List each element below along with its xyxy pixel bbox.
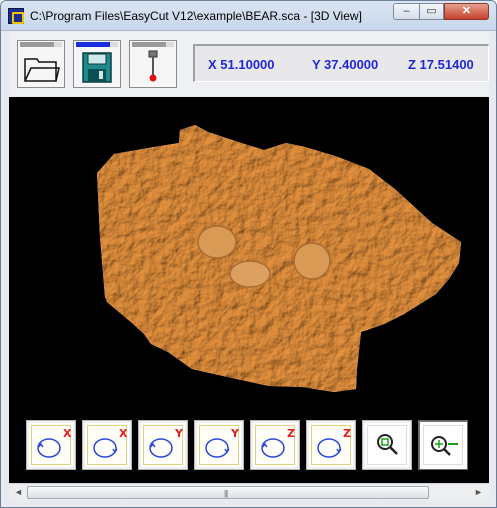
toolbar: X 51.10000 Y 37.40000 Z 17.51400 (9, 32, 489, 96)
bear-right-eye (293, 242, 331, 280)
horizontal-scrollbar[interactable]: ◄ ||| ► (9, 483, 489, 500)
window-title: C:\Program Files\EasyCut V12\example\BEA… (30, 9, 362, 23)
tool-bit-icon (148, 50, 158, 82)
rotate-z-cw-button[interactable]: Z (306, 420, 356, 470)
maximize-button[interactable]: ▭ (419, 3, 444, 20)
rotate-z-icon: Z (261, 427, 295, 458)
rotate-z-icon: Z (317, 427, 351, 458)
coordinate-readout: X 51.10000 Y 37.40000 Z 17.51400 (193, 44, 489, 82)
bear-model-render (97, 125, 461, 392)
open-file-button[interactable] (17, 40, 65, 88)
bear-nose (229, 260, 271, 288)
rotate-x-ccw-button[interactable]: X (26, 420, 76, 470)
rotate-z-ccw-button[interactable]: Z (250, 420, 300, 470)
y-coordinate: Y 37.40000 (312, 57, 379, 72)
axis-label: Z (287, 427, 295, 440)
minimize-button[interactable]: – (393, 3, 419, 20)
rotate-x-cw-button[interactable]: X (82, 420, 132, 470)
folder-open-icon (24, 58, 60, 82)
save-file-button[interactable] (73, 40, 121, 88)
axis-label: Z (343, 427, 351, 440)
rotate-x-icon: X (37, 427, 72, 458)
floppy-disk-icon (82, 52, 112, 83)
rotate-y-cw-button[interactable]: Y (194, 420, 244, 470)
zoom-fit-button[interactable] (362, 420, 412, 470)
tool-probe-button[interactable] (129, 40, 177, 88)
x-coordinate: X 51.10000 (208, 57, 275, 72)
close-button[interactable]: ✕ (444, 3, 489, 20)
zoom-window-button[interactable] (418, 420, 468, 470)
axis-label: Y (230, 427, 240, 440)
app-icon[interactable] (8, 8, 24, 24)
scrollbar-thumb[interactable]: ||| (27, 486, 429, 499)
zoom-pan-icon (431, 436, 458, 456)
rotate-x-icon: X (93, 427, 128, 458)
scroll-left-arrow[interactable]: ◄ (10, 485, 27, 500)
app-window: C:\Program Files\EasyCut V12\example\BEA… (0, 0, 497, 508)
rotate-y-ccw-button[interactable]: Y (138, 420, 188, 470)
3d-view-canvas[interactable]: X X Y Y Z Z (9, 97, 489, 483)
bear-model-surface (97, 125, 461, 392)
axis-label: X (119, 427, 128, 440)
title-bar[interactable]: C:\Program Files\EasyCut V12\example\BEA… (1, 1, 496, 31)
bear-left-eye (197, 225, 237, 259)
rotate-y-icon: Y (205, 427, 240, 458)
rotate-y-icon: Y (149, 427, 184, 458)
axis-label: Y (174, 427, 184, 440)
scrollbar-grip: ||| (224, 489, 228, 498)
axis-label: X (63, 427, 72, 440)
magnifier-icon (377, 434, 398, 455)
scroll-right-arrow[interactable]: ► (470, 485, 487, 500)
z-coordinate: Z 17.51400 (408, 57, 474, 72)
